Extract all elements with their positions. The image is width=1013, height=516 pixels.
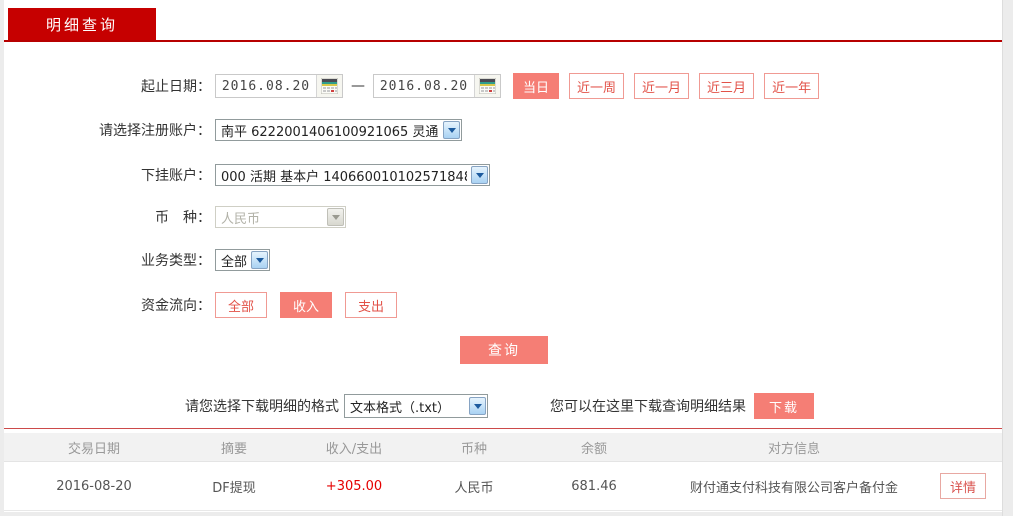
download-row: 请您选择下载明细的格式 文本格式（.txt） 您可以在这里下载查询明细结果 下载 xyxy=(185,393,814,419)
sub-account-row: 下挂账户： 000 活期 基本户 140660010102571848 xyxy=(4,164,490,186)
currency-select: 人民币 xyxy=(215,206,346,228)
sub-account-select[interactable]: 000 活期 基本户 140660010102571848 xyxy=(215,164,490,186)
calendar-icon[interactable] xyxy=(474,75,500,97)
end-date-input[interactable] xyxy=(374,75,474,97)
sub-account-label: 下挂账户： xyxy=(141,168,211,184)
header-balance: 余额 xyxy=(580,441,607,457)
quick-button-month[interactable]: 近一月 xyxy=(634,73,690,99)
end-date-field xyxy=(373,74,501,98)
chevron-down-icon xyxy=(327,208,344,226)
quick-button-quarter[interactable]: 近三月 xyxy=(699,73,755,99)
cell-date: 2016-08-20 xyxy=(56,478,132,494)
table-header: 交易日期 摘要 收入/支出 币种 余额 对方信息 xyxy=(4,433,1002,462)
fund-flow-expense-button[interactable]: 支出 xyxy=(345,292,398,318)
calendar-icon[interactable] xyxy=(316,75,342,97)
cell-amount: +305.00 xyxy=(325,478,383,494)
download-format-label: 请您选择下载明细的格式 xyxy=(185,399,339,415)
download-format-select[interactable]: 文本格式（.txt） xyxy=(344,394,488,418)
cell-counterparty: 财付通支付科技有限公司客户备付金 xyxy=(689,480,898,496)
header-summary: 摘要 xyxy=(220,441,247,457)
fund-flow-row: 资金流向： 全部 收入 支出 xyxy=(4,292,398,318)
quick-button-today[interactable]: 当日 xyxy=(513,73,560,99)
register-account-select[interactable]: 南平 6222001406100921065 灵通卡 xyxy=(215,119,462,141)
register-account-label: 请选择注册账户： xyxy=(99,123,211,139)
fund-flow-buttons: 全部 收入 支出 xyxy=(215,292,398,318)
cell-summary: DF提现 xyxy=(212,480,256,496)
header-counterparty: 对方信息 xyxy=(767,441,820,457)
chevron-down-icon xyxy=(443,121,460,139)
business-type-select[interactable]: 全部 xyxy=(215,249,270,271)
date-separator: — xyxy=(351,78,365,94)
header-date: 交易日期 xyxy=(67,441,120,457)
download-format-value: 文本格式（.txt） xyxy=(350,400,451,416)
sub-account-value: 000 活期 基本户 140660010102571848 xyxy=(221,169,467,185)
table-top-line xyxy=(4,428,1002,429)
business-type-row: 业务类型： 全部 xyxy=(4,249,270,271)
detail-button[interactable]: 详情 xyxy=(940,473,986,499)
bottom-strip xyxy=(4,512,1002,516)
tab-label: 明细查询 xyxy=(45,15,118,34)
tab-underline xyxy=(4,40,1002,42)
chevron-down-icon xyxy=(471,166,488,184)
cell-currency: 人民币 xyxy=(454,480,494,496)
register-account-row: 请选择注册账户： 南平 6222001406100921065 灵通卡 xyxy=(4,119,462,141)
header-currency: 币种 xyxy=(460,441,487,457)
date-range-row: 起止日期： — xyxy=(4,73,820,99)
business-type-value: 全部 xyxy=(221,254,247,270)
currency-value: 人民币 xyxy=(221,211,261,227)
business-type-label: 业务类型： xyxy=(141,253,211,269)
fund-flow-label: 资金流向： xyxy=(141,298,211,314)
quick-button-week[interactable]: 近一周 xyxy=(569,73,625,99)
cell-balance: 681.46 xyxy=(571,478,617,494)
date-range-label: 起止日期： xyxy=(141,79,211,95)
main-panel: 明细查询 起止日期： — xyxy=(4,0,1003,516)
quick-range-buttons: 当日 近一周 近一月 近三月 近一年 xyxy=(513,73,820,99)
header-amount: 收入/支出 xyxy=(325,441,383,457)
download-hint: 您可以在这里下载查询明细结果 xyxy=(550,399,746,415)
tab-detail-query[interactable]: 明细查询 xyxy=(8,8,156,40)
fund-flow-income-button[interactable]: 收入 xyxy=(280,292,333,318)
currency-label: 币 种： xyxy=(155,210,211,226)
query-button[interactable]: 查询 xyxy=(460,336,548,364)
register-account-value: 南平 6222001406100921065 灵通卡 xyxy=(221,124,439,140)
download-button[interactable]: 下载 xyxy=(754,393,814,419)
fund-flow-all-button[interactable]: 全部 xyxy=(215,292,268,318)
start-date-field xyxy=(215,74,343,98)
table-row: 2016-08-20 DF提现 +305.00 人民币 681.46 财付通支付… xyxy=(4,462,1002,511)
quick-button-year[interactable]: 近一年 xyxy=(764,73,820,99)
chevron-down-icon xyxy=(251,251,268,269)
currency-row: 币 种： 人民币 xyxy=(4,206,346,228)
start-date-input[interactable] xyxy=(216,75,316,97)
chevron-down-icon xyxy=(469,397,486,415)
